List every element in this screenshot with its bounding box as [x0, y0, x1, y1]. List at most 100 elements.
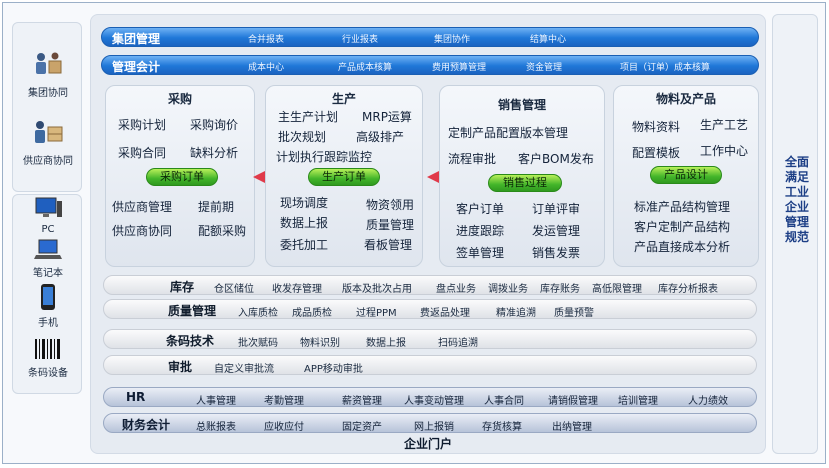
hr-title: HR — [126, 390, 146, 404]
sales-item: 流程审批 — [448, 152, 497, 166]
production-title: 生产 — [331, 92, 356, 106]
inventory-item: 盘点业务 — [436, 284, 476, 295]
production-item: 高级排产 — [356, 130, 405, 144]
quality-item: 成品质检 — [292, 308, 332, 319]
production-bottom-item: 数据上报 — [280, 216, 329, 230]
laptop-item: 笔记本 — [13, 239, 83, 279]
quality-item: 费返品处理 — [420, 308, 470, 319]
collab-panel: 集团协同 供应商协同 — [12, 22, 82, 192]
inventory-item: 收发存管理 — [272, 284, 322, 295]
hr-item: 人事管理 — [196, 396, 236, 407]
inventory-item: 版本及批次占用 — [342, 284, 412, 295]
material-item: 生产工艺 — [700, 118, 749, 132]
production-bottom-item: 委托加工 — [280, 238, 329, 252]
mgmt-acct-item: 费用预算管理 — [432, 63, 487, 73]
sales-bottom-item: 客户订单 — [456, 202, 505, 216]
mgmt-acct-bar: 管理会计 成本中心 产品成本核算 费用预算管理 资金管理 项目（订单）成本核算 — [101, 55, 759, 75]
mgmt-acct-item: 产品成本核算 — [338, 63, 393, 73]
supplier-collab-item: 供应商协同 — [13, 119, 83, 167]
group-collab-item: 集团协同 — [13, 51, 83, 99]
approval-item: 自定义审批流 — [214, 364, 274, 375]
finance-item: 应收应付 — [264, 422, 304, 433]
barcode-tech-item: 数据上报 — [366, 338, 406, 349]
barcode-icon — [35, 339, 60, 359]
barcode-item: 条码设备 — [13, 337, 83, 379]
barcode-tech-item: 扫码追溯 — [438, 338, 478, 349]
inventory-item: 高低限管理 — [592, 284, 642, 295]
mgmt-acct-item: 资金管理 — [526, 63, 563, 73]
sales-bottom-item: 订单评审 — [532, 202, 581, 216]
inventory-title: 库存 — [170, 280, 195, 294]
material-item: 物料资料 — [632, 120, 681, 134]
sales-item: 客户BOM发布 — [518, 152, 594, 166]
inventory-item: 仓区储位 — [214, 284, 254, 295]
finance-item: 总账报表 — [196, 422, 236, 433]
phone-item: 手机 — [13, 283, 83, 329]
purchase-item: 采购计划 — [118, 118, 167, 132]
production-item: 计划执行跟踪监控 — [276, 150, 373, 164]
group-mgmt-item: 行业报表 — [342, 35, 379, 45]
quality-bar: 质量管理 入库质检 成品质检 过程PPM 费返品处理 精准追溯 质量预警 — [103, 299, 757, 319]
laptop-icon — [34, 239, 62, 259]
purchase-item: 采购询价 — [190, 118, 239, 132]
group-mgmt-bar: 集团管理 合并报表 行业报表 集团协作 结算中心 — [101, 27, 759, 47]
production-bottom-item: 现场调度 — [280, 196, 329, 210]
purchase-bottom-item: 配额采购 — [198, 224, 247, 238]
purchase-title: 采购 — [167, 92, 192, 106]
group-mgmt-title: 集团管理 — [112, 32, 161, 46]
production-bottom-item: 质量管理 — [366, 218, 415, 232]
phone-icon — [41, 284, 55, 310]
approval-bar: 审批 自定义审批流 APP移动审批 — [103, 355, 757, 375]
production-bottom-item: 看板管理 — [364, 238, 413, 252]
material-bottom-item: 产品直接成本分析 — [634, 240, 731, 254]
production-order-button[interactable]: 生产订单 — [308, 168, 380, 186]
finance-item: 网上报销 — [414, 422, 454, 433]
approval-title: 审批 — [168, 360, 193, 374]
purchase-bottom-item: 供应商协同 — [112, 224, 173, 238]
supplier-collab-icon — [35, 121, 63, 143]
purchase-bottom-item: 供应商管理 — [112, 200, 173, 214]
sales-bottom-item: 进度跟踪 — [456, 224, 505, 238]
right-vertical-text: 全面满足工业企业管理规范 — [784, 155, 809, 244]
sales-process-button[interactable]: 销售过程 — [488, 174, 562, 192]
material-item: 工作中心 — [700, 144, 749, 158]
production-item: 批次规划 — [278, 130, 327, 144]
purchase-bottom-item: 提前期 — [198, 200, 235, 214]
production-item: 主生产计划 — [278, 110, 339, 124]
mgmt-acct-title: 管理会计 — [112, 60, 161, 74]
hr-item: 培训管理 — [618, 396, 658, 407]
finance-item: 出纳管理 — [552, 422, 592, 433]
hr-bar: HR 人事管理 考勤管理 薪资管理 人事变动管理 人事合同 请销假管理 培训管理… — [103, 387, 757, 407]
barcode-tech-bar: 条码技术 批次赋码 物料识别 数据上报 扫码追溯 — [103, 329, 757, 349]
material-product-module: 物料及产品 物料资料 生产工艺 配置模板 工作中心 产品设计 标准产品结构管理 … — [613, 85, 759, 267]
center-area: 集团管理 合并报表 行业报表 集团协作 结算中心 管理会计 成本中心 产品成本核… — [90, 14, 766, 454]
purchase-order-button[interactable]: 采购订单 — [146, 168, 218, 186]
finance-item: 存货核算 — [482, 422, 522, 433]
hr-item: 请销假管理 — [548, 396, 598, 407]
quality-title: 质量管理 — [168, 304, 217, 318]
hr-item: 考勤管理 — [264, 396, 304, 407]
hr-item: 人事合同 — [484, 396, 524, 407]
sales-title: 销售管理 — [497, 98, 546, 112]
group-collab-icon — [36, 52, 62, 74]
quality-item: 质量预警 — [554, 308, 594, 319]
mgmt-acct-item: 项目（订单）成本核算 — [620, 63, 711, 73]
sales-module: 销售管理 定制产品配置版本管理 流程审批 客户BOM发布 销售过程 客户订单 订… — [439, 85, 605, 267]
material-title: 物料及产品 — [655, 92, 716, 106]
finance-title: 财务会计 — [122, 418, 171, 432]
inventory-item: 库存分析报表 — [658, 284, 718, 295]
sales-item: 定制产品配置版本管理 — [448, 126, 569, 140]
sales-bottom-item: 签单管理 — [456, 246, 505, 260]
purchase-item: 缺料分析 — [190, 146, 239, 160]
material-item: 配置模板 — [632, 146, 681, 160]
material-bottom-item: 标准产品结构管理 — [634, 200, 731, 214]
purchase-module: 采购 采购计划 采购询价 采购合同 缺料分析 采购订单 供应商管理 提前期 供应… — [105, 85, 255, 267]
enterprise-portal-label: 企业门户 — [403, 437, 452, 451]
product-design-button[interactable]: 产品设计 — [650, 166, 722, 184]
right-column: 全面满足工业企业管理规范 — [772, 14, 818, 454]
barcode-tech-item: 批次赋码 — [238, 338, 278, 349]
inventory-item: 库存账务 — [540, 284, 580, 295]
pc-icon — [35, 197, 62, 217]
quality-item: 入库质检 — [238, 308, 278, 319]
hr-item: 人事变动管理 — [404, 396, 464, 407]
